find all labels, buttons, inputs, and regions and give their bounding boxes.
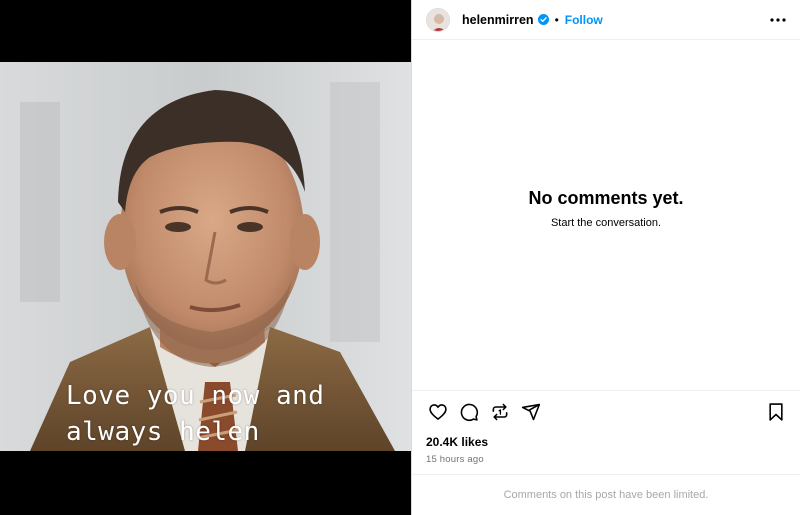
post-sidebar: helenmirren • Follow No comments yet. St…: [411, 0, 800, 515]
save-button[interactable]: [764, 400, 788, 424]
empty-comments-title: No comments yet.: [528, 188, 684, 208]
more-icon: [770, 17, 786, 22]
avatar[interactable]: [426, 7, 450, 32]
share-button[interactable]: [519, 400, 543, 424]
comments-limited-notice: Comments on this post have been limited.: [412, 474, 800, 515]
header-separator: •: [554, 12, 559, 27]
post-timestamp[interactable]: 15 hours ago: [412, 454, 800, 465]
username-link[interactable]: helenmirren: [462, 13, 534, 27]
post-media[interactable]: Love you now and always helen: [0, 0, 411, 515]
likes-count[interactable]: 20.4K likes: [412, 435, 800, 449]
post-header: helenmirren • Follow: [412, 0, 800, 40]
image-caption-overlay: Love you now and always helen: [66, 378, 324, 450]
comment-icon: [460, 403, 479, 422]
avatar-image: [427, 8, 449, 31]
post-actions: 20.4K likes 15 hours ago: [412, 390, 800, 465]
share-icon: [521, 403, 541, 421]
comment-button[interactable]: [457, 400, 481, 424]
follow-button[interactable]: Follow: [565, 13, 603, 27]
caption-line-2: always helen: [66, 417, 260, 447]
action-icons-row: [412, 391, 800, 433]
caption-line-1: Love you now and: [66, 381, 325, 411]
like-button[interactable]: [426, 400, 450, 424]
repost-icon: [492, 403, 508, 421]
empty-comments-subtitle: Start the conversation.: [550, 217, 662, 229]
post-modal: Love you now and always helen helenmirre…: [0, 0, 800, 515]
repost-button[interactable]: [488, 400, 512, 424]
bookmark-icon: [769, 403, 783, 421]
more-options-button[interactable]: [768, 10, 788, 30]
verified-badge-icon: [537, 14, 549, 25]
comments-section: No comments yet. Start the conversation.: [412, 41, 800, 390]
heart-icon: [429, 404, 447, 420]
